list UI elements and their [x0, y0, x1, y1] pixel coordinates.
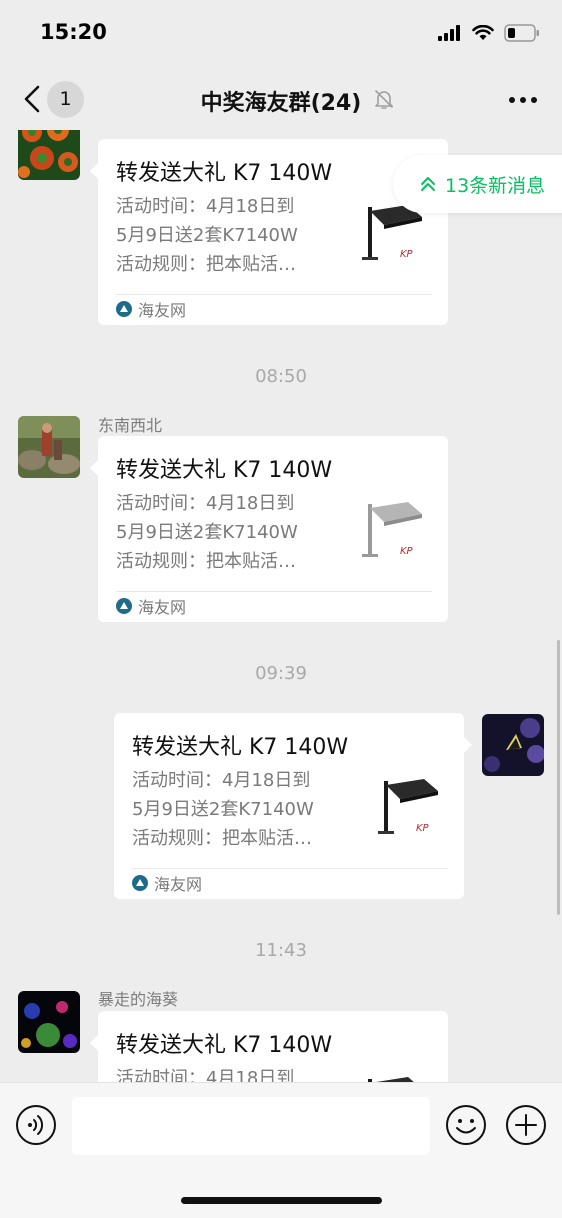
product-lamp-thumbnail [368, 1077, 414, 1082]
product-lamp-thumbnail: KP [378, 779, 438, 834]
card-desc-line: 活动规则：把本贴活… [116, 254, 296, 275]
wifi-icon [472, 25, 494, 40]
card-desc-line: 活动时间：4月18日到 [132, 770, 311, 791]
chat-message-list[interactable]: 转发送大礼 K7 140W 活动时间：4月18日到 5月9日送2套K7140W … [0, 130, 562, 1082]
card-description: 活动时间：4月18日到 5月9日送2套K7140W 活动规则：把本贴活… [132, 766, 367, 853]
sender-name: 东南西北 [98, 416, 163, 435]
avatar[interactable] [18, 416, 80, 478]
more-icon[interactable] [508, 96, 538, 104]
card-source-label: 海友网 [138, 598, 187, 617]
plus-icon[interactable] [505, 1104, 547, 1146]
source-logo-icon [132, 875, 148, 891]
card-title: 转发送大礼 K7 140W [116, 161, 333, 186]
card-title: 转发送大礼 K7 140W [132, 735, 349, 760]
emoji-icon[interactable] [445, 1104, 487, 1146]
card-source: 海友网 [116, 297, 186, 321]
card-desc-line: 活动规则：把本贴活… [132, 828, 312, 849]
link-card[interactable]: 转发送大礼 K7 140W 活动时间：4月18日到 5月9日送2套K7140W … [90, 139, 448, 325]
mute-bell-icon [375, 90, 393, 109]
nav-bar: 1 中奖海友群(24) [0, 70, 562, 130]
card-source-label: 海友网 [154, 875, 203, 894]
svg-text:KP: KP [400, 249, 414, 260]
card-desc-line: 活动时间：4月18日到 [116, 1068, 295, 1082]
status-time: 15:20 [40, 20, 107, 44]
time-divider: 08:50 [255, 366, 307, 387]
new-messages-label: 13条新消息 [445, 174, 546, 197]
card-description: 活动时间：4月18日到 5月9日送2套K7140W 活动规则：把本贴活… [116, 1064, 351, 1082]
avatar-fish-photo [482, 714, 544, 776]
card-desc-line: 活动时间：4月18日到 [116, 493, 295, 514]
card-desc-line: 5月9日送2套K7140W [132, 799, 314, 820]
card-desc-line: 活动时间：4月18日到 [116, 196, 295, 217]
link-card[interactable]: 转发送大礼 K7 140W 活动时间：4月18日到 5月9日送2套K7140W … [114, 713, 472, 899]
card-description: 活动时间：4月18日到 5月9日送2套K7140W 活动规则：把本贴活… [116, 489, 351, 576]
message-input[interactable] [72, 1097, 430, 1155]
sender-name: 暴走的海葵 [98, 990, 179, 1009]
signal-icon [438, 25, 460, 41]
card-divider [116, 294, 432, 295]
svg-text:KP: KP [416, 823, 430, 834]
product-lamp-thumbnail: KP [362, 502, 422, 557]
source-logo-icon [116, 301, 132, 317]
status-bar: 15:20 [0, 0, 562, 70]
card-description: 活动时间：4月18日到 5月9日送2套K7140W 活动规则：把本贴活… [116, 192, 351, 279]
link-card[interactable]: 转发送大礼 K7 140W 活动时间：4月18日到 5月9日送2套K7140W … [90, 1011, 448, 1082]
avatar-outdoor-photo [18, 416, 80, 478]
card-divider [116, 591, 432, 592]
svg-text:KP: KP [400, 546, 414, 557]
chat-scrollbar[interactable] [557, 640, 560, 915]
card-desc-line: 活动规则：把本贴活… [116, 551, 296, 572]
card-source-label: 海友网 [138, 301, 187, 320]
home-indicator[interactable] [181, 1197, 382, 1204]
time-divider: 09:39 [255, 663, 307, 684]
avatar[interactable] [18, 991, 80, 1053]
card-divider [132, 868, 448, 869]
new-messages-button[interactable]: 13条新消息 [393, 155, 562, 213]
link-card[interactable]: 转发送大礼 K7 140W 活动时间：4月18日到 5月9日送2套K7140W … [90, 436, 448, 622]
card-source: 海友网 [116, 594, 186, 618]
card-desc-line: 5月9日送2套K7140W [116, 225, 298, 246]
source-logo-icon [116, 598, 132, 614]
double-chevron-up-icon [421, 177, 435, 191]
card-source: 海友网 [132, 871, 202, 895]
status-icons [438, 24, 540, 42]
time-divider: 11:43 [255, 940, 307, 961]
avatar-coral-image [18, 130, 80, 180]
chat-title: 中奖海友群(24) [200, 91, 362, 116]
card-title: 转发送大礼 K7 140W [116, 1033, 333, 1058]
card-desc-line: 5月9日送2套K7140W [116, 522, 298, 543]
voice-input-icon[interactable] [15, 1104, 57, 1146]
avatar[interactable] [482, 714, 544, 776]
avatar[interactable] [18, 130, 80, 180]
avatar-reef-photo [18, 991, 80, 1053]
card-title: 转发送大礼 K7 140W [116, 458, 333, 483]
battery-icon [504, 24, 539, 42]
